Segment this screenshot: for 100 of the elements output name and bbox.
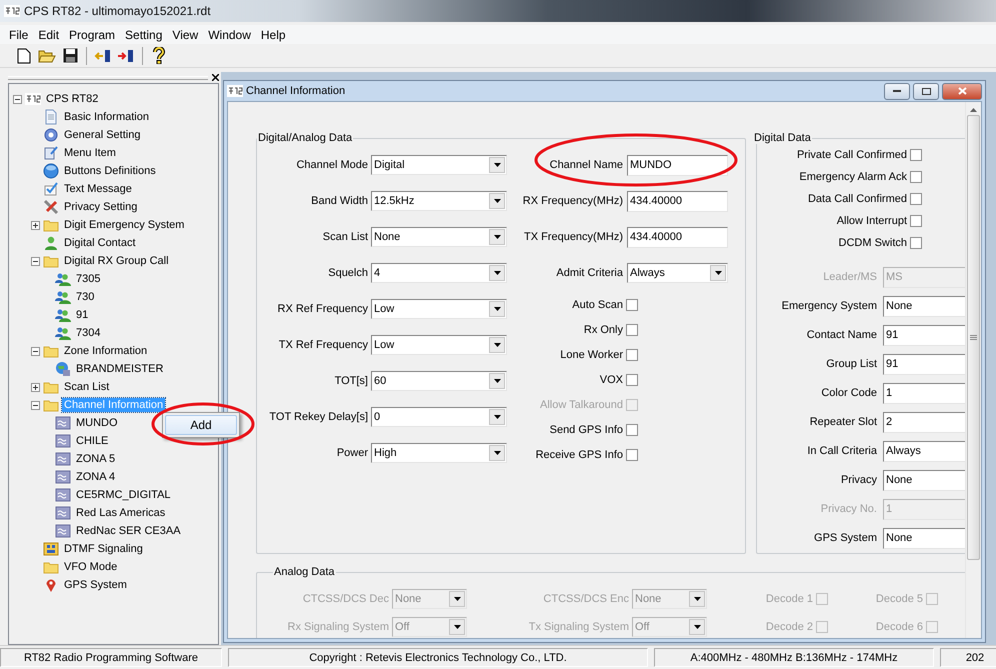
tree-item[interactable]: 7304 (74, 326, 102, 340)
field-label: In Call Criteria (806, 445, 877, 457)
tree-item[interactable]: Digital RX Group Call (62, 254, 171, 268)
caret-icon (694, 597, 700, 601)
tree-item[interactable]: 730 (74, 290, 96, 304)
menu-item[interactable]: Program (64, 28, 120, 42)
checkbox[interactable] (910, 215, 922, 227)
dropdown[interactable]: 0 (371, 407, 507, 427)
tree-item[interactable]: Red Las Americas (74, 506, 168, 520)
tree-item[interactable]: BRANDMEISTER (74, 362, 166, 376)
checkbox-label: Private Call Confirmed (796, 149, 907, 161)
text-field[interactable]: 434.40000 (627, 190, 728, 212)
people-icon (55, 307, 71, 323)
text-field[interactable]: 1 (883, 382, 965, 404)
dropdown[interactable]: Low (371, 299, 507, 319)
checkbox[interactable] (626, 374, 638, 386)
close-button[interactable] (942, 82, 982, 100)
checkbox[interactable] (910, 237, 922, 249)
menu-item[interactable]: Help (256, 28, 291, 42)
checkbox[interactable] (626, 449, 638, 461)
tree-item[interactable]: ZONA 5 (74, 452, 118, 466)
collapse-icon[interactable] (31, 400, 40, 410)
text-field[interactable]: Always (883, 440, 965, 462)
collapse-icon[interactable] (31, 346, 40, 356)
checkbox-label: Allow Interrupt (836, 215, 907, 227)
text-field[interactable]: 91 (883, 324, 965, 346)
dropdown[interactable]: Low (371, 335, 507, 355)
text-field[interactable]: None (883, 470, 965, 490)
tree-item[interactable]: VFO Mode (62, 560, 120, 574)
checkbox[interactable] (910, 171, 922, 183)
checkbox[interactable] (910, 149, 922, 161)
tree-item[interactable]: MUNDO (74, 416, 120, 430)
help-icon[interactable] (153, 47, 165, 64)
caret-icon (454, 597, 460, 601)
checkbox[interactable] (626, 324, 638, 336)
dropdown[interactable]: Always (627, 263, 728, 283)
read-radio-icon[interactable] (94, 48, 112, 63)
tree-item[interactable]: ZONA 4 (74, 470, 118, 484)
collapse-icon[interactable] (13, 94, 22, 104)
text-field[interactable]: 434.40000 (627, 226, 728, 248)
tree-item[interactable]: Zone Information (62, 344, 150, 358)
tree-item[interactable]: Scan List (62, 380, 112, 394)
tree-item[interactable]: RedNac SER CE3AA (74, 524, 183, 538)
expand-icon[interactable] (31, 382, 40, 392)
menu-item[interactable]: Edit (33, 28, 64, 42)
tree-item[interactable]: CPS RT82 (44, 92, 100, 106)
dropdown[interactable]: 4 (371, 263, 507, 283)
caret-icon (494, 379, 500, 383)
dropdown[interactable]: Digital (371, 155, 507, 175)
tree-item[interactable]: Buttons Definitions (62, 164, 158, 178)
tree-item[interactable]: 91 (74, 308, 90, 322)
tree-item[interactable]: Basic Information (62, 110, 151, 124)
tree-item[interactable]: GPS System (62, 578, 129, 592)
menu-item[interactable]: Window (203, 28, 256, 42)
checkbox[interactable] (626, 299, 638, 311)
minimize-button[interactable] (884, 82, 910, 100)
write-radio-icon[interactable] (117, 48, 135, 63)
tree-item[interactable]: 7305 (74, 272, 102, 286)
dropdown[interactable]: 12.5kHz (371, 191, 507, 211)
collapse-icon[interactable] (31, 256, 40, 266)
field-label: TOT Rekey Delay[s] (268, 411, 368, 423)
checkbox[interactable] (910, 193, 922, 205)
dropdown[interactable]: High (371, 443, 507, 463)
tree-item[interactable]: Digital Contact (62, 236, 138, 250)
scroll-up-icon[interactable] (970, 108, 977, 112)
checkbox-label: Emergency Alarm Ack (798, 171, 907, 183)
text-field[interactable]: None (883, 296, 965, 316)
close-icon[interactable] (212, 74, 219, 81)
save-icon[interactable] (62, 48, 78, 63)
expand-icon[interactable] (31, 220, 40, 230)
tree-item[interactable]: Privacy Setting (62, 200, 140, 214)
group-title: Digital/Analog Data (257, 132, 354, 144)
field-label: RX Frequency(MHz) (522, 195, 623, 207)
caret-icon (494, 271, 500, 275)
close-icon (958, 87, 966, 95)
text-field[interactable]: 2 (883, 412, 965, 432)
tree-item[interactable]: DTMF Signaling (62, 542, 145, 556)
menu-item[interactable]: Setting (120, 28, 168, 42)
checkbox[interactable] (626, 424, 638, 436)
tree-item[interactable]: CE5RMC_DIGITAL (74, 488, 173, 502)
dropdown[interactable]: 60 (371, 371, 507, 391)
checkbox-label: Receive GPS Info (534, 449, 623, 461)
checkbox[interactable] (626, 349, 638, 361)
tree-item[interactable]: Menu Item (62, 146, 118, 160)
text-field[interactable]: MUNDO (627, 154, 728, 176)
maximize-button[interactable] (913, 82, 939, 100)
scrollbar-thumb[interactable] (967, 115, 980, 560)
menu-item[interactable]: File (4, 28, 34, 42)
tree-item[interactable]: Digit Emergency System (62, 218, 186, 232)
dropdown[interactable]: None (371, 227, 507, 247)
wave-icon (55, 505, 71, 521)
menu-item[interactable]: View (167, 28, 204, 42)
text-field[interactable]: 91 (883, 354, 965, 374)
tree-item[interactable]: CHILE (74, 434, 110, 448)
tree-item[interactable]: Text Message (62, 182, 134, 196)
menu-item[interactable]: Add (165, 415, 237, 435)
open-folder-icon[interactable] (38, 48, 56, 63)
tree-item[interactable]: General Setting (62, 128, 142, 142)
text-field[interactable]: None (883, 528, 965, 548)
new-file-icon[interactable] (17, 48, 31, 64)
